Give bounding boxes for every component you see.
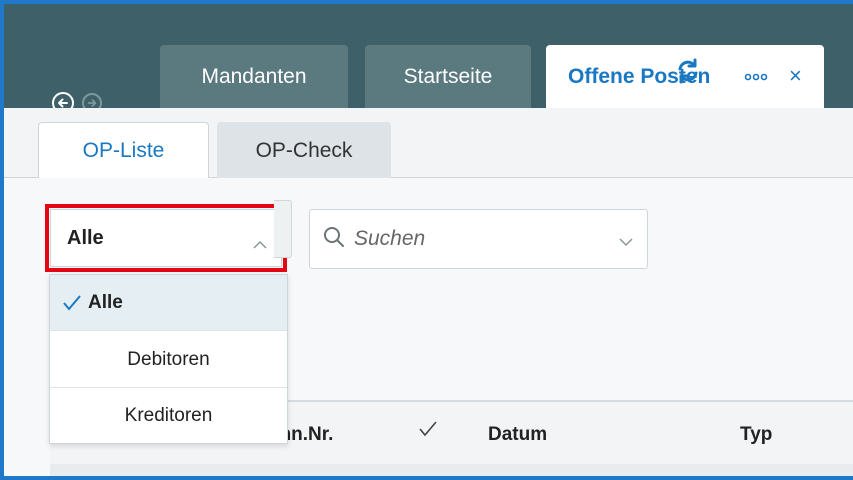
filter-dropdown-menu: Alle Debitoren Kreditoren bbox=[49, 274, 288, 444]
top-tab-bar: Mandanten Startseite Offene Posten × bbox=[4, 4, 853, 114]
tab-startseite[interactable]: Startseite bbox=[365, 45, 531, 108]
checkmark-column-icon[interactable] bbox=[418, 420, 438, 444]
chevron-down-icon[interactable] bbox=[619, 234, 633, 252]
dropdown-option-debitoren[interactable]: Debitoren bbox=[50, 332, 287, 388]
tab-mandanten[interactable]: Mandanten bbox=[160, 45, 348, 108]
highlight-box bbox=[45, 204, 287, 272]
dropdown-option-alle[interactable]: Alle bbox=[50, 275, 287, 331]
subtab-bar: OP-Liste OP-Check bbox=[4, 108, 853, 179]
dropdown-option-label: Alle bbox=[88, 291, 123, 313]
close-icon[interactable]: × bbox=[789, 65, 802, 87]
table-row[interactable] bbox=[50, 464, 853, 476]
tab-op-check[interactable]: OP-Check bbox=[217, 122, 391, 179]
dropdown-option-kreditoren[interactable]: Kreditoren bbox=[50, 388, 287, 444]
column-header-datum[interactable]: Datum bbox=[488, 424, 547, 446]
app-window: Mandanten Startseite Offene Posten × OP-… bbox=[0, 0, 853, 480]
search-input[interactable] bbox=[354, 224, 604, 254]
search-icon bbox=[322, 225, 346, 254]
refresh-icon[interactable] bbox=[674, 57, 702, 90]
column-header-typ[interactable]: Typ bbox=[740, 424, 772, 446]
search-field[interactable] bbox=[309, 209, 648, 269]
more-options-icon[interactable] bbox=[744, 68, 768, 86]
tab-op-liste[interactable]: OP-Liste bbox=[38, 122, 209, 179]
checkmark-icon bbox=[62, 294, 82, 312]
partially-hidden-button[interactable] bbox=[274, 200, 292, 258]
